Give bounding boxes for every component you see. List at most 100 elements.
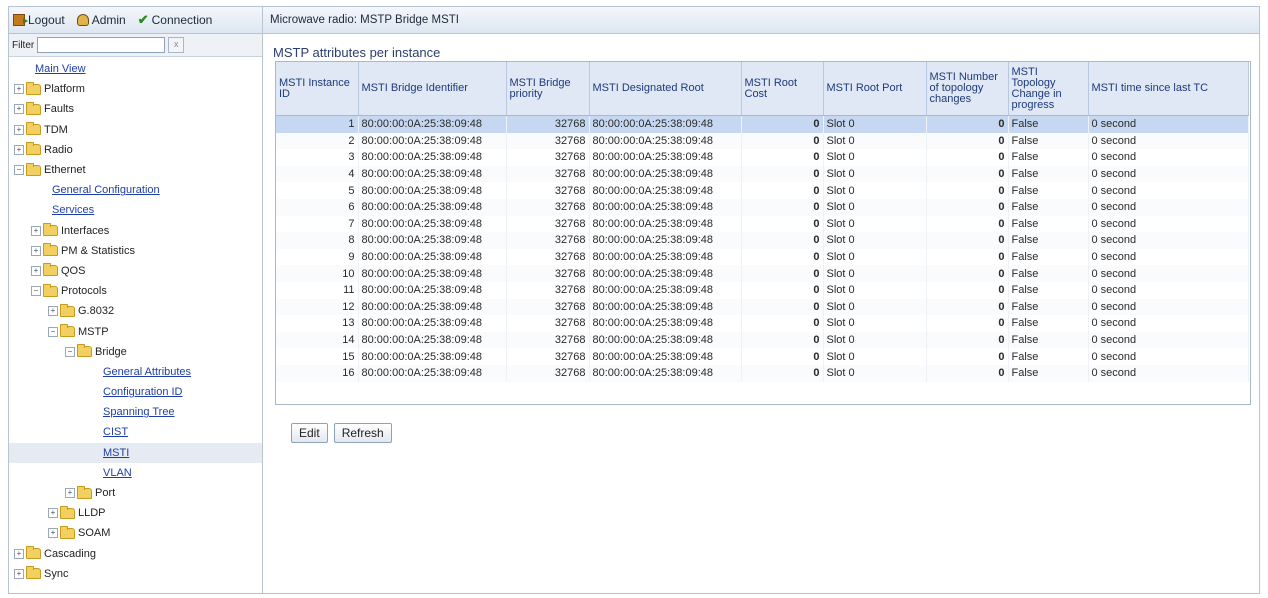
table-cell: 32768 xyxy=(506,315,590,332)
filter-input[interactable] xyxy=(37,37,166,53)
column-header[interactable]: MSTI Designated Root xyxy=(589,62,742,116)
table-row[interactable]: 10 80:00:00:0A:25:38:09:48 32768 80:00:00:0… xyxy=(276,265,1249,282)
tree-node-pm-statistics[interactable]: + PM & Statistics xyxy=(9,241,262,261)
tree-node-mstp[interactable]: − MSTP xyxy=(9,321,262,341)
column-header[interactable]: MSTI time since last TC xyxy=(1088,62,1249,116)
folder-icon xyxy=(26,101,41,115)
logout-button[interactable]: Logout xyxy=(13,13,65,27)
column-header[interactable]: MSTI Bridge Identifier xyxy=(358,62,507,116)
table-row[interactable]: 16 80:00:00:0A:25:38:09:48 32768 80:00:00:0… xyxy=(276,364,1249,382)
tree-node-vlan[interactable]: VLAN xyxy=(9,463,262,483)
tree-node-label[interactable]: General Configuration xyxy=(52,184,160,196)
table-row[interactable]: 1 80:00:00:0A:25:38:09:48 32768 80:00:00:0A… xyxy=(276,115,1249,133)
tree-node-spanning-tree[interactable]: Spanning Tree xyxy=(9,402,262,422)
tree-node-sync[interactable]: + Sync xyxy=(9,564,262,584)
table-row[interactable]: 13 80:00:00:0A:25:38:09:48 32768 80:00:00:0… xyxy=(276,315,1249,332)
tree-node-tdm[interactable]: + TDM xyxy=(9,120,262,140)
tree-node-label[interactable]: VLAN xyxy=(103,467,132,479)
tree-node-label[interactable]: Services xyxy=(52,204,94,216)
tree-node-label[interactable]: Spanning Tree xyxy=(103,406,175,418)
table-row[interactable]: 9 80:00:00:0A:25:38:09:48 32768 80:00:00:0A… xyxy=(276,248,1249,266)
column-header[interactable]: MSTI Number of topology changes xyxy=(926,62,1009,116)
table-cell: 80:00:00:0A:25:38:09:48 xyxy=(589,182,742,199)
tree-node-cist[interactable]: CIST xyxy=(9,422,262,442)
admin-button[interactable]: Admin xyxy=(76,13,126,27)
collapse-icon[interactable]: − xyxy=(65,346,75,357)
expand-icon[interactable]: + xyxy=(31,245,41,256)
tree-node-label[interactable]: CIST xyxy=(103,426,128,438)
expand-icon[interactable]: + xyxy=(48,508,58,519)
expand-icon[interactable]: + xyxy=(65,488,75,499)
expand-icon[interactable]: + xyxy=(14,84,24,95)
tree-node-label: Port xyxy=(95,487,116,500)
table-row[interactable]: 8 80:00:00:0A:25:38:09:48 32768 80:00:00:0A… xyxy=(276,232,1249,249)
tree-node-label: Ethernet xyxy=(44,164,86,177)
tree-node-general-configuration[interactable]: General Configuration xyxy=(9,180,262,200)
table-row[interactable]: 2 80:00:00:0A:25:38:09:48 32768 80:00:00:0A… xyxy=(276,132,1249,150)
tree-node-soam[interactable]: + SOAM xyxy=(9,523,262,543)
tree-node-faults[interactable]: + Faults xyxy=(9,99,262,119)
tree-node-label[interactable]: Main View xyxy=(35,63,86,75)
column-header[interactable]: MSTI Root Cost xyxy=(741,62,824,116)
column-header[interactable]: MSTI Bridge priority xyxy=(506,62,590,116)
column-header[interactable]: MSTI Root Port xyxy=(823,62,927,116)
tree-node-bridge[interactable]: − Bridge xyxy=(9,342,262,362)
table-cell: 80:00:00:0A:25:38:09:48 xyxy=(589,132,742,150)
expand-icon[interactable]: + xyxy=(31,225,41,236)
refresh-button[interactable]: Refresh xyxy=(333,423,392,443)
clear-filter-button[interactable]: x xyxy=(168,37,185,53)
tree-node-label[interactable]: MSTI xyxy=(103,447,129,459)
table-cell: 6 xyxy=(276,198,359,216)
tree-node-cascading[interactable]: + Cascading xyxy=(9,544,262,564)
table-row[interactable]: 5 80:00:00:0A:25:38:09:48 32768 80:00:00:0A… xyxy=(276,182,1249,199)
tree-node-lldp[interactable]: + LLDP xyxy=(9,503,262,523)
tree-node-general-attributes[interactable]: General Attributes xyxy=(9,362,262,382)
expand-icon[interactable]: + xyxy=(48,528,58,539)
table-cell: 32768 xyxy=(506,198,590,216)
expand-icon[interactable]: + xyxy=(48,306,58,317)
tree-node-protocols[interactable]: − Protocols xyxy=(9,281,262,301)
table-cell: 32768 xyxy=(506,232,590,249)
expand-icon[interactable]: + xyxy=(14,548,24,559)
edit-button[interactable]: Edit xyxy=(291,423,328,443)
table-row[interactable]: 6 80:00:00:0A:25:38:09:48 32768 80:00:00:0A… xyxy=(276,198,1249,216)
expand-icon[interactable]: + xyxy=(14,144,24,155)
table-cell: 80:00:00:0A:25:38:09:48 xyxy=(358,248,507,266)
expand-icon[interactable]: + xyxy=(14,104,24,115)
collapse-icon[interactable]: − xyxy=(14,165,24,176)
tree-node-services[interactable]: Services xyxy=(9,200,262,220)
folder-icon xyxy=(26,162,41,176)
tree-node-main-view[interactable]: Main View xyxy=(9,59,262,79)
table-cell: 0 xyxy=(926,165,1009,183)
table-row[interactable]: 14 80:00:00:0A:25:38:09:48 32768 80:00:00:0… xyxy=(276,331,1249,349)
tree-node-ethernet[interactable]: − Ethernet xyxy=(9,160,262,180)
table-cell: 0 second xyxy=(1088,364,1249,382)
table-row[interactable]: 15 80:00:00:0A:25:38:09:48 32768 80:00:00:0… xyxy=(276,348,1249,365)
tree-node-configuration-id[interactable]: Configuration ID xyxy=(9,382,262,402)
table-row[interactable]: 12 80:00:00:0A:25:38:09:48 32768 80:00:00:0… xyxy=(276,298,1249,316)
table-cell: 80:00:00:0A:25:38:09:48 xyxy=(589,149,742,166)
connection-button[interactable]: ✔ Connection xyxy=(138,13,213,27)
tree-node-port[interactable]: + Port xyxy=(9,483,262,503)
table-cell: 80:00:00:0A:25:38:09:48 xyxy=(358,364,507,382)
tree-node-g-8032[interactable]: + G.8032 xyxy=(9,301,262,321)
table-cell: 32768 xyxy=(506,149,590,166)
expand-icon[interactable]: + xyxy=(14,124,24,135)
expand-icon[interactable]: + xyxy=(31,265,41,276)
collapse-icon[interactable]: − xyxy=(48,326,58,337)
tree-node-interfaces[interactable]: + Interfaces xyxy=(9,221,262,241)
expand-icon[interactable]: + xyxy=(14,568,24,579)
table-row[interactable]: 4 80:00:00:0A:25:38:09:48 32768 80:00:00:0A… xyxy=(276,165,1249,183)
tree-node-msti[interactable]: MSTI xyxy=(9,442,262,463)
tree-node-qos[interactable]: + QOS xyxy=(9,261,262,281)
column-header[interactable]: MSTI Topology Change in progress xyxy=(1008,62,1089,116)
table-row[interactable]: 11 80:00:00:0A:25:38:09:48 32768 80:00:00:0… xyxy=(276,281,1249,299)
tree-node-label[interactable]: General Attributes xyxy=(103,366,191,378)
tree-node-radio[interactable]: + Radio xyxy=(9,140,262,160)
tree-node-platform[interactable]: + Platform xyxy=(9,79,262,99)
table-row[interactable]: 3 80:00:00:0A:25:38:09:48 32768 80:00:00:0A… xyxy=(276,149,1249,166)
table-row[interactable]: 7 80:00:00:0A:25:38:09:48 32768 80:00:00:0A… xyxy=(276,215,1249,233)
tree-node-label[interactable]: Configuration ID xyxy=(103,386,183,398)
column-header[interactable]: MSTI Instance ID xyxy=(276,62,359,116)
collapse-icon[interactable]: − xyxy=(31,286,41,297)
